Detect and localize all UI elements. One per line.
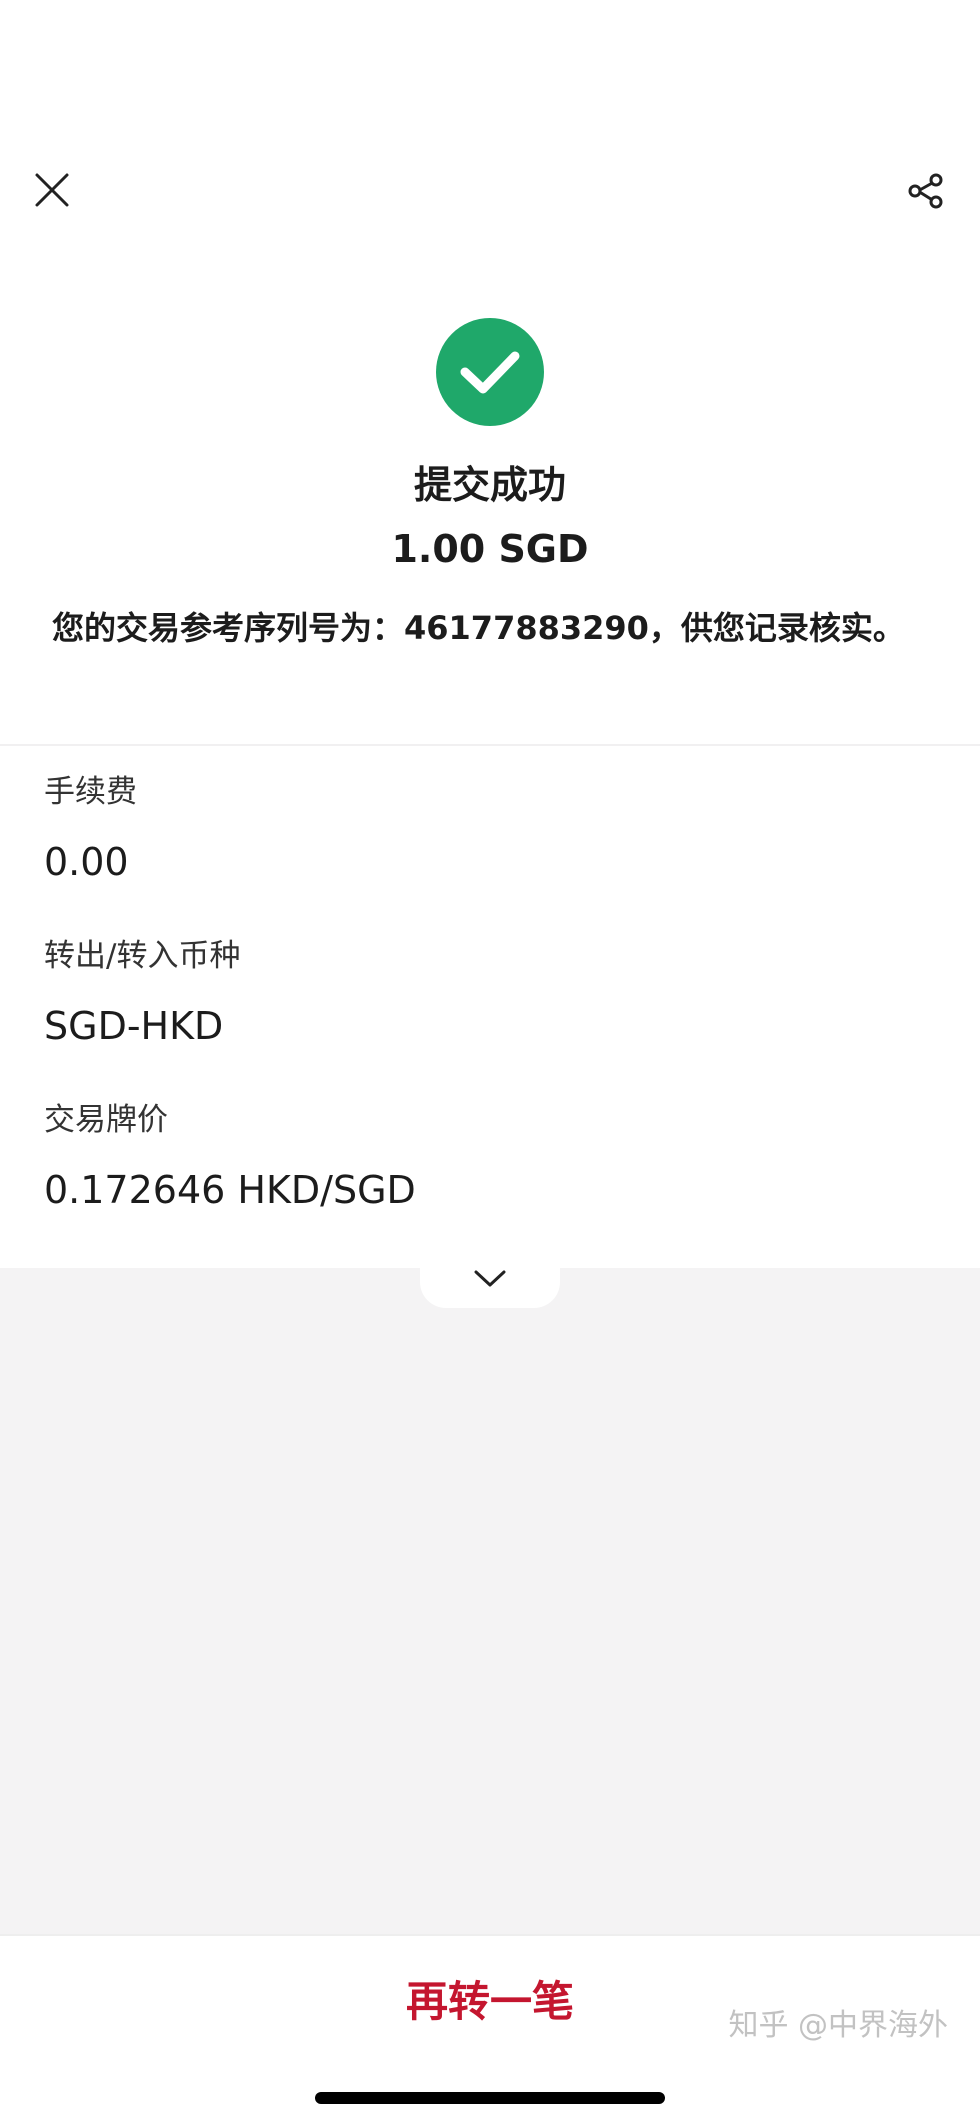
section-divider xyxy=(0,744,980,746)
close-icon[interactable] xyxy=(26,164,78,216)
status-title: 提交成功 xyxy=(413,463,566,507)
transfer-amount: 1.00 SGD xyxy=(391,527,589,571)
top-bar xyxy=(0,150,980,230)
expand-details-button[interactable] xyxy=(420,1250,560,1308)
currency-pair-label: 转出/转入币种 xyxy=(44,938,241,974)
home-indicator xyxy=(315,2092,665,2104)
exchange-rate-label: 交易牌价 xyxy=(44,1102,168,1138)
share-icon[interactable] xyxy=(900,164,952,216)
check-circle-icon xyxy=(436,318,544,426)
fee-value: 0.00 xyxy=(44,840,129,884)
fee-label: 手续费 xyxy=(44,774,137,810)
success-block: 提交成功 1.00 SGD xyxy=(0,318,980,574)
currency-pair-value: SGD-HKD xyxy=(44,1004,224,1048)
chevron-down-icon xyxy=(474,1270,506,1287)
repeat-transfer-button[interactable]: 再转一笔 xyxy=(290,1956,690,2040)
reference-number-text: 您的交易参考序列号为：46177883290，供您记录核实。 xyxy=(52,609,905,647)
exchange-rate-value: 0.172646 HKD/SGD xyxy=(44,1168,416,1212)
transaction-details: 手续费 0.00 转出/转入币种 SGD-HKD 交易牌价 0.172646 H… xyxy=(44,770,944,1262)
watermark: 知乎 @中界海外 xyxy=(728,2008,948,2043)
details-extension-area xyxy=(0,1268,980,1934)
